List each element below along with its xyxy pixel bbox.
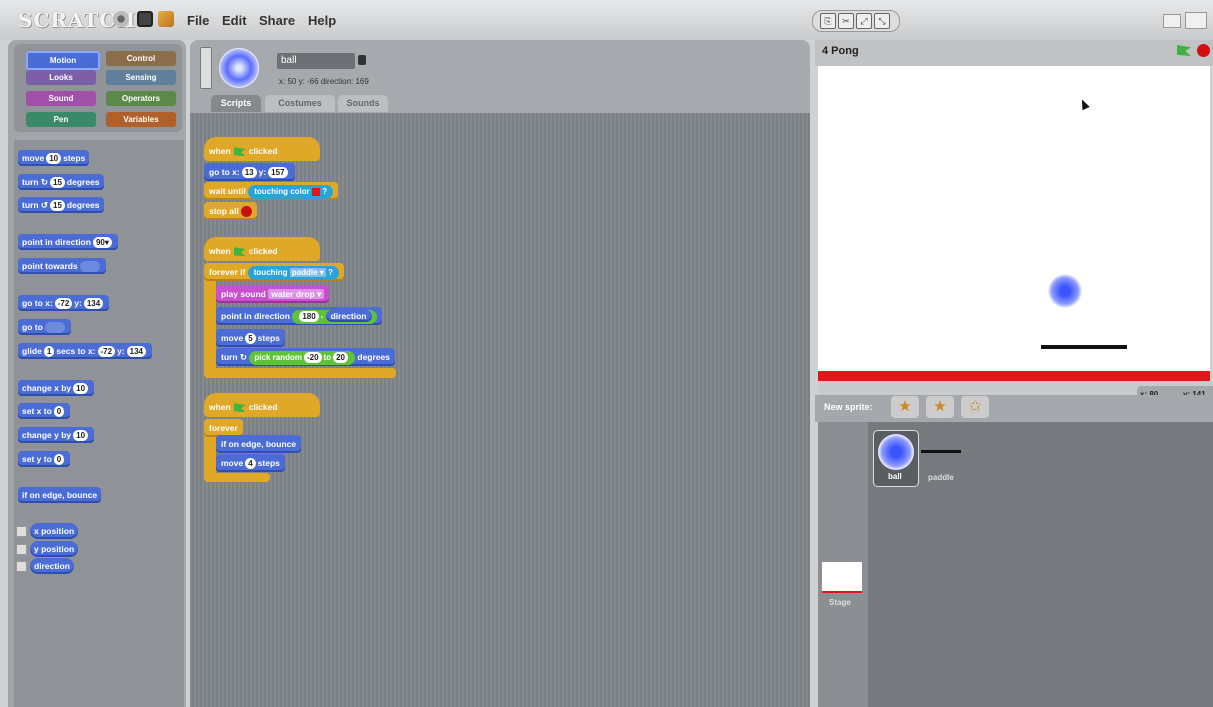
checkbox-y-position[interactable] [16, 544, 27, 555]
block-play-sound[interactable]: play sound water drop ▾ [216, 285, 330, 303]
menu-edit[interactable]: Edit [222, 13, 247, 28]
sprite-position-info: x: 50 y: -66 direction: 169 [279, 77, 369, 86]
category-control[interactable]: Control [106, 51, 176, 66]
stop-icon[interactable] [1197, 44, 1210, 57]
paint-new-sprite-icon[interactable]: ★ [891, 396, 919, 418]
scissors-icon[interactable]: ✂ [838, 13, 854, 29]
share-icon[interactable] [158, 11, 174, 27]
small-stage-icon[interactable] [1163, 14, 1181, 28]
block-turn-left[interactable]: turn ↺ 15 degrees [18, 197, 104, 213]
new-sprite-bar [815, 395, 1213, 422]
forever-if-bottom [204, 368, 396, 378]
green-flag-icon [233, 247, 246, 257]
block-turn-right[interactable]: turn ↻ 15 degrees [18, 174, 104, 190]
reporter-y-position[interactable]: y position [30, 541, 79, 557]
globe-icon[interactable] [113, 11, 129, 27]
block-stop-all[interactable]: stop all [204, 202, 258, 220]
category-pen[interactable]: Pen [26, 112, 96, 127]
sprite-label-paddle: paddle [928, 473, 954, 482]
block-if-on-edge-bounce[interactable]: if on edge, bounce [216, 435, 302, 453]
block-set-y[interactable]: set y to 0 [18, 451, 71, 467]
hat-when-flag-clicked[interactable]: when clicked [204, 393, 320, 417]
green-flag-icon [233, 147, 246, 157]
paddle-thumbnail[interactable] [921, 450, 961, 453]
menu-help[interactable]: Help [308, 13, 336, 28]
stage-label: Stage [829, 598, 851, 607]
stage-red-floor [818, 371, 1210, 381]
category-variables[interactable]: Variables [106, 112, 176, 127]
stage-header [815, 40, 1213, 66]
paddle-sprite[interactable] [1041, 345, 1127, 349]
block-change-y[interactable]: change y by 10 [18, 427, 95, 443]
scripts-area[interactable]: when clicked go to x: 13 y: 157 wait until t… [190, 113, 810, 707]
block-go-to-xy[interactable]: go to x: 13 y: 157 [204, 163, 295, 181]
tab-scripts[interactable]: Scripts [211, 95, 261, 112]
stamp-icon[interactable]: ⎘ [820, 13, 836, 29]
category-looks[interactable]: Looks [26, 70, 96, 85]
block-set-x[interactable]: set x to 0 [18, 403, 71, 419]
hat-when-flag-clicked[interactable]: when clicked [204, 137, 320, 161]
surprise-sprite-icon[interactable]: ✩ [961, 396, 989, 418]
normal-stage-icon[interactable] [1185, 12, 1207, 29]
top-toolbar [0, 0, 1213, 40]
block-glide[interactable]: glide 1 secs to x: -72 y: 134 [18, 343, 152, 359]
sprite-tile-ball[interactable]: ball [873, 430, 919, 487]
forever-bottom [204, 473, 270, 482]
block-turn-random[interactable]: turn ↻ pick random -20 to 20 degrees [216, 348, 395, 366]
category-motion[interactable]: Motion [26, 51, 100, 70]
block-forever-if[interactable]: forever if touching paddle ▾ ? [204, 263, 344, 281]
ball-thumbnail [878, 434, 914, 470]
block-if-on-edge-bounce[interactable]: if on edge, bounce [18, 487, 102, 503]
rotation-style-buttons[interactable] [200, 47, 212, 89]
green-flag-icon [233, 403, 246, 413]
sprite-thumbnail [219, 48, 259, 88]
block-point-towards[interactable]: point towards [18, 258, 106, 274]
hat-when-flag-clicked[interactable]: when clicked [204, 237, 320, 261]
tab-costumes[interactable]: Costumes [265, 95, 335, 112]
block-move-steps[interactable]: move 4 steps [216, 454, 285, 472]
sprite-label-ball: ball [888, 472, 902, 481]
motion-block-list: move 10 steps turn ↻ 15 degrees turn ↺ 15 degr… [14, 140, 184, 707]
grow-icon[interactable]: ⤢ [856, 13, 872, 29]
checkbox-direction[interactable] [16, 561, 27, 572]
category-sensing[interactable]: Sensing [106, 70, 176, 85]
save-icon[interactable] [137, 11, 153, 27]
category-operators[interactable]: Operators [106, 91, 176, 106]
new-sprite-label: New sprite: [824, 402, 873, 412]
block-wait-until[interactable]: wait until touching color ? [204, 182, 339, 200]
category-sound[interactable]: Sound [26, 91, 96, 106]
tab-sounds[interactable]: Sounds [338, 95, 388, 112]
stop-sign-icon [241, 206, 253, 218]
sprite-name-field[interactable]: ball [277, 53, 355, 69]
choose-sprite-file-icon[interactable]: ★ [926, 396, 954, 418]
project-title: 4 Pong [822, 45, 859, 57]
reporter-direction[interactable]: direction [30, 558, 74, 574]
block-point-direction[interactable]: point in direction 90▾ [18, 234, 118, 250]
lock-icon[interactable] [358, 55, 366, 65]
reporter-x-position[interactable]: x position [30, 523, 79, 539]
menu-file[interactable]: File [187, 13, 209, 28]
mouse-cursor-icon [1078, 97, 1090, 111]
block-move[interactable]: move 10 steps [18, 150, 90, 166]
menu-share[interactable]: Share [259, 13, 295, 28]
checkbox-x-position[interactable] [16, 526, 27, 537]
block-go-to-xy[interactable]: go to x: -72 y: 134 [18, 295, 110, 311]
block-move-steps[interactable]: move 5 steps [216, 329, 285, 347]
block-change-x[interactable]: change x by 10 [18, 380, 95, 396]
block-point-in-direction[interactable]: point in direction 180- direction [216, 307, 382, 325]
block-go-to[interactable]: go to [18, 319, 71, 335]
stage-thumbnail[interactable] [822, 562, 862, 593]
ball-sprite[interactable] [1048, 274, 1082, 308]
shrink-icon[interactable]: ⤡ [874, 13, 890, 29]
stage-canvas[interactable] [818, 66, 1210, 371]
